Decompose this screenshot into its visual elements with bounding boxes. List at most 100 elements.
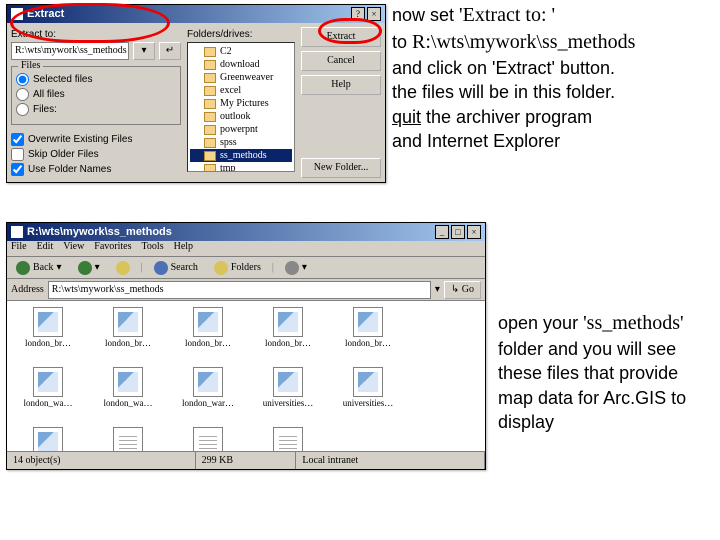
tree-item[interactable]: spss (190, 136, 292, 149)
tree-item-label: excel (220, 85, 241, 96)
tree-item[interactable]: outlook (190, 110, 292, 123)
radio-selected-files[interactable]: Selected files (16, 73, 176, 86)
file-name: universities… (263, 399, 314, 409)
files-group-title: Files (18, 60, 43, 71)
instruction-block-2: open your 'ss_methods' folder and you wi… (498, 310, 718, 434)
file-item[interactable]: london_br… (13, 307, 83, 361)
folders-icon (214, 261, 228, 275)
close-button[interactable]: × (467, 225, 481, 239)
up-button[interactable] (111, 259, 135, 277)
up-folder-button[interactable]: ↵ (159, 42, 181, 60)
extract-to-input[interactable]: R:\wts\mywork\ss_methods (11, 42, 129, 60)
file-item[interactable]: london_br… (173, 307, 243, 361)
folder-tree[interactable]: C2downloadGreenweaver excelMy Picturesout… (187, 42, 295, 172)
folder-icon (204, 86, 216, 96)
status-zone: Local intranet (296, 452, 485, 469)
file-icon (193, 367, 223, 397)
views-icon (285, 261, 299, 275)
tree-item[interactable]: download (190, 58, 292, 71)
file-listing[interactable]: london_br… london_br… london_br… london_br…… (7, 301, 485, 451)
files-group: Files Selected files All files Files: (11, 66, 181, 125)
radio-all-files[interactable]: All files (16, 88, 176, 101)
search-icon (154, 261, 168, 275)
go-button[interactable]: ↳ Go (444, 281, 481, 299)
explorer-title: R:\wts\mywork\ss_methods (27, 223, 172, 241)
menu-item[interactable]: Favorites (94, 241, 131, 256)
tree-item[interactable]: tmp (190, 162, 292, 172)
file-name: london_br… (345, 339, 391, 349)
tree-item[interactable]: ss_methods (190, 149, 292, 162)
cancel-button[interactable]: Cancel (301, 51, 381, 71)
tree-item-label: tmp (220, 163, 236, 172)
status-objects: 14 object(s) (7, 452, 196, 469)
explorer-window: R:\wts\mywork\ss_methods _ □ × File Edit V… (6, 222, 486, 470)
file-item[interactable]: universities… (253, 367, 323, 421)
tree-item[interactable]: My Pictures (190, 97, 292, 110)
file-item[interactable]: universities… (173, 427, 243, 451)
file-item[interactable]: universities… (333, 367, 403, 421)
views-button[interactable]: ▾ (280, 259, 312, 277)
toolbar: Back▾ ▾ | Search Folders | ▾ (7, 257, 485, 279)
instruction-block-1: now set 'Extract to: ' to R:\wts\mywork\… (392, 2, 718, 153)
menu-item[interactable]: Help (174, 241, 193, 256)
address-bar: Address R:\wts\mywork\ss_methods ▾ ↳ Go (7, 279, 485, 301)
file-item[interactable]: universities… (253, 427, 323, 451)
menu-item[interactable]: File (11, 241, 27, 256)
menu-item[interactable]: View (63, 241, 84, 256)
maximize-button[interactable]: □ (451, 225, 465, 239)
folder-icon (11, 226, 23, 238)
file-item[interactable]: universities… (93, 427, 163, 451)
folder-icon (204, 60, 216, 70)
explorer-titlebar[interactable]: R:\wts\mywork\ss_methods _ □ × (7, 223, 485, 241)
file-icon (273, 427, 303, 451)
folder-icon (204, 73, 216, 83)
help-button[interactable]: Help (301, 75, 381, 95)
file-item[interactable]: london_war… (173, 367, 243, 421)
address-input[interactable]: R:\wts\mywork\ss_methods (48, 281, 431, 299)
file-icon (193, 307, 223, 337)
radio-files-pattern[interactable]: Files: (16, 103, 176, 116)
file-icon (353, 307, 383, 337)
tree-item[interactable]: Greenweaver (190, 71, 292, 84)
file-item[interactable]: london_wa… (13, 367, 83, 421)
file-item[interactable]: london_br… (253, 307, 323, 361)
file-name: london_br… (105, 339, 151, 349)
tree-item-label: ss_methods (220, 150, 267, 161)
file-name: london_war… (182, 399, 234, 409)
tree-item-label: Greenweaver (220, 72, 273, 83)
menu-item[interactable]: Tools (142, 241, 164, 256)
file-name: london_br… (185, 339, 231, 349)
tree-item-label: C2 (220, 46, 232, 57)
check-overwrite[interactable]: Overwrite Existing Files (11, 133, 181, 146)
status-size: 299 KB (196, 452, 297, 469)
search-button[interactable]: Search (149, 259, 203, 277)
menu-item[interactable]: Edit (37, 241, 54, 256)
folder-icon (204, 151, 216, 161)
dropdown-button[interactable]: ▾ (133, 42, 155, 60)
folders-button[interactable]: Folders (209, 259, 266, 277)
minimize-button[interactable]: _ (435, 225, 449, 239)
file-item[interactable]: cho.dbf (13, 427, 83, 451)
address-label: Address (11, 284, 44, 295)
check-skip-older[interactable]: Skip Older Files (11, 148, 181, 161)
extract-mid-column: Folders/drives: C2downloadGreenweaverexc… (187, 27, 295, 178)
back-button[interactable]: Back▾ (11, 259, 67, 277)
file-item[interactable]: london_br… (93, 307, 163, 361)
new-folder-button[interactable]: New Folder... (301, 158, 381, 178)
menu-bar[interactable]: File Edit View Favorites Tools Help (7, 241, 485, 257)
folder-icon (204, 47, 216, 57)
forward-button[interactable]: ▾ (73, 259, 105, 277)
status-bar: 14 object(s) 299 KB Local intranet (7, 451, 485, 469)
file-item[interactable]: london_br… (333, 307, 403, 361)
tree-item[interactable]: powerpnt (190, 123, 292, 136)
file-icon (113, 307, 143, 337)
tree-item[interactable]: C2 (190, 45, 292, 58)
up-icon (116, 261, 130, 275)
file-item[interactable]: london_wa… (93, 367, 163, 421)
file-icon (273, 367, 303, 397)
file-name: universities… (343, 399, 394, 409)
check-use-folder-names[interactable]: Use Folder Names (11, 163, 181, 176)
tree-item[interactable]: excel (190, 84, 292, 97)
extract-left-column: Extract to: R:\wts\mywork\ss_methods ▾ ↵… (11, 27, 181, 178)
forward-icon (78, 261, 92, 275)
